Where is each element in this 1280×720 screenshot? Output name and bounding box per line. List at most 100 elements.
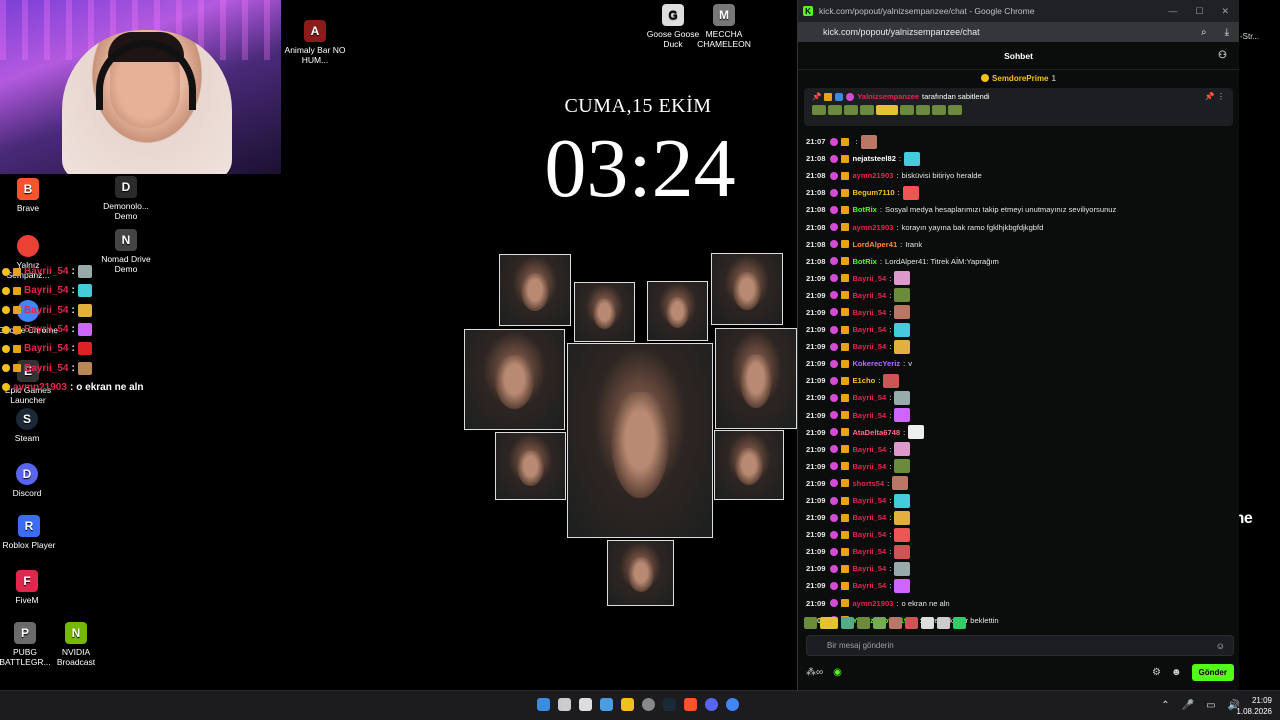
pinned-menu-icon[interactable]: 📌 ⋮ <box>1205 92 1225 101</box>
chat-message[interactable]: 21:08 nejatsteel82: <box>806 150 1226 167</box>
chat-message[interactable]: 21:07: <box>806 133 1226 150</box>
chat-message[interactable]: 21:09 Bayrii_54: <box>806 321 1226 338</box>
users-icon[interactable]: ⚇ <box>1218 50 1227 61</box>
message-username[interactable]: Bayrii_54 <box>852 513 886 522</box>
chat-message[interactable]: 21:09 Bayrii_54: <box>806 338 1226 355</box>
desktop-icon-nvidia-broadcast[interactable]: N NVIDIA Broadcast <box>44 622 108 667</box>
message-username[interactable]: Bayrii_54 <box>852 462 886 471</box>
pinned-message[interactable]: 📌 Yalnizsempanzee tarafından sabitlendi … <box>804 88 1233 126</box>
kick-logo-icon[interactable]: ◉ <box>833 667 842 678</box>
zoom-icon[interactable]: ⌕ <box>1201 27 1207 38</box>
download-icon[interactable]: ⤓ <box>1225 27 1229 38</box>
desktop-icon-animaly-bar[interactable]: A Animaly Bar NO HUM... <box>283 20 347 65</box>
chat-message[interactable]: 21:09 Bayrii_54: <box>806 407 1226 424</box>
obs-icon[interactable] <box>642 698 655 711</box>
chat-message[interactable]: 21:08 BotRix: LordAlper41: Titrek AİM:Yapr… <box>806 253 1226 270</box>
message-username[interactable]: shorts54 <box>852 479 884 488</box>
message-username[interactable]: BotRix <box>852 205 876 214</box>
chat-message[interactable]: 21:09 Bayrii_54: <box>806 389 1226 406</box>
taskbar-clock[interactable]: 21:09 1.08.2026 <box>1236 695 1272 717</box>
minimize-icon[interactable]: — <box>1168 6 1177 17</box>
message-username[interactable]: aymn21903 <box>852 599 893 608</box>
brave-taskbar-icon[interactable] <box>684 698 697 711</box>
message-username[interactable]: E1cho <box>852 376 875 385</box>
message-username[interactable]: Bayrii_54 <box>852 274 886 283</box>
message-username[interactable]: KokerecYeriz <box>852 359 900 368</box>
steam-taskbar-icon[interactable] <box>663 698 676 711</box>
emoji-icon[interactable]: ☺ <box>1216 641 1225 651</box>
maximize-icon[interactable]: ☐ <box>1195 6 1203 17</box>
message-username[interactable]: Bayrii_54 <box>852 308 886 317</box>
chat-message[interactable]: 21:09 KokerecYeriz: v <box>806 355 1226 372</box>
chat-message[interactable]: 21:09 Bayrii_54: <box>806 304 1226 321</box>
message-username[interactable]: Bayrii_54 <box>852 411 886 420</box>
desktop-icon-demonologist[interactable]: D Demonolo... Demo <box>94 176 158 221</box>
chat-message[interactable]: 21:09 E1cho: <box>806 372 1226 389</box>
chat-message[interactable]: 21:08 BotRix: Sosyal medya hesaplarımızı t… <box>806 201 1226 218</box>
chat-message[interactable]: 21:08 aymn21903: korayın yayına bak ramo f… <box>806 218 1226 235</box>
message-username[interactable]: AtaDelta6748 <box>852 428 900 437</box>
chat-message[interactable]: 21:09 Bayrii_54: <box>806 287 1226 304</box>
chat-message[interactable]: 21:09 shorts54: <box>806 475 1226 492</box>
chat-message[interactable]: 21:09 aymn21903: o ekran ne aln <box>806 595 1226 612</box>
desktop-icon-steam[interactable]: S Steam <box>0 408 59 443</box>
desktop-icon-brave[interactable]: B Brave <box>0 178 60 213</box>
emote-picker-icon[interactable]: ☻ <box>1171 667 1182 678</box>
close-icon[interactable]: ✕ <box>1221 6 1229 17</box>
desktop-icon-roblox[interactable]: R Roblox Player <box>0 515 61 550</box>
chat-message[interactable]: 21:08 LordAlper41: Irank <box>806 236 1226 253</box>
crown-badge-icon <box>841 257 850 266</box>
window-titlebar[interactable]: K kick.com/popout/yalnizsempanzee/chat -… <box>798 0 1239 22</box>
chat-input[interactable]: Bir mesaj gönderin ☺ <box>806 635 1234 656</box>
file-explorer-icon[interactable] <box>621 698 634 711</box>
discord-taskbar-icon[interactable] <box>705 698 718 711</box>
display-icon[interactable]: ▭ <box>1206 700 1215 711</box>
chat-message[interactable]: 21:08 Begum7110: <box>806 184 1226 201</box>
chat-message[interactable]: 21:09 Bayrii_54: <box>806 270 1226 287</box>
message-username[interactable]: Bayrii_54 <box>852 564 886 573</box>
chat-message[interactable]: 21:09 Bayrii_54: <box>806 526 1226 543</box>
message-username[interactable]: aymn21903 <box>852 223 893 232</box>
desktop-icon-fivem[interactable]: F FiveM <box>0 570 59 605</box>
emote-quickbar[interactable] <box>804 617 966 629</box>
desktop-icon-meccha-chameleon[interactable]: M MECCHA CHAMELEON <box>692 4 756 49</box>
send-button[interactable]: Gönder <box>1191 663 1234 681</box>
message-username[interactable]: Bayrii_54 <box>852 445 886 454</box>
chat-message-list[interactable]: 21:07:21:08 nejatsteel82:21:08 aymn21903: b… <box>806 133 1226 629</box>
chat-message[interactable]: 21:09 Bayrii_54: <box>806 560 1226 577</box>
start-icon[interactable] <box>537 698 550 711</box>
message-username[interactable]: Bayrii_54 <box>852 393 886 402</box>
message-username[interactable]: Bayrii_54 <box>852 325 886 334</box>
message-username[interactable]: Bayrii_54 <box>852 342 886 351</box>
chat-message[interactable]: 21:09 Bayrii_54: <box>806 543 1226 560</box>
photos-icon[interactable] <box>600 698 613 711</box>
chat-message[interactable]: 21:09 Bayrii_54: <box>806 492 1226 509</box>
points-icon[interactable]: ⁂∞ <box>806 667 823 678</box>
settings-icon[interactable]: ⚙ <box>1152 667 1161 678</box>
message-username[interactable]: Bayrii_54 <box>852 530 886 539</box>
microphone-icon[interactable]: 🎤 <box>1182 700 1194 711</box>
address-bar[interactable]: kick.com/popout/yalnizsempanzee/chat ⌕ ⤓ <box>798 22 1239 42</box>
message-username[interactable]: BotRix <box>852 257 876 266</box>
message-username[interactable]: Bayrii_54 <box>852 496 886 505</box>
chat-message[interactable]: 21:09 Bayrii_54: <box>806 577 1226 594</box>
desktop-icon-discord[interactable]: D Discord <box>0 463 59 498</box>
chat-message[interactable]: 21:09 AtaDelta6748: <box>806 424 1226 441</box>
chat-message[interactable]: 21:09 Bayrii_54: <box>806 458 1226 475</box>
emote-image <box>894 408 911 423</box>
message-username[interactable]: nejatsteel82 <box>852 154 895 163</box>
message-username[interactable]: LordAlper41 <box>852 240 897 249</box>
gift-leaderboard[interactable]: SemdorePrime 1 <box>798 70 1239 86</box>
chevron-up-icon[interactable]: ⌃ <box>1161 700 1169 711</box>
task-view-icon[interactable] <box>558 698 571 711</box>
snipping-icon[interactable] <box>579 698 592 711</box>
chat-message[interactable]: 21:09 Bayrii_54: <box>806 509 1226 526</box>
message-username[interactable]: Bayrii_54 <box>852 547 886 556</box>
message-username[interactable]: aymn21903 <box>852 171 893 180</box>
chat-message[interactable]: 21:09 Bayrii_54: <box>806 441 1226 458</box>
chrome-taskbar-icon[interactable] <box>726 698 739 711</box>
message-username[interactable]: Bayrii_54 <box>852 291 886 300</box>
message-username[interactable]: Begum7110 <box>852 188 894 197</box>
message-username[interactable]: Bayrii_54 <box>852 581 886 590</box>
chat-message[interactable]: 21:08 aymn21903: bisküvisi bitiriyo herald… <box>806 167 1226 184</box>
